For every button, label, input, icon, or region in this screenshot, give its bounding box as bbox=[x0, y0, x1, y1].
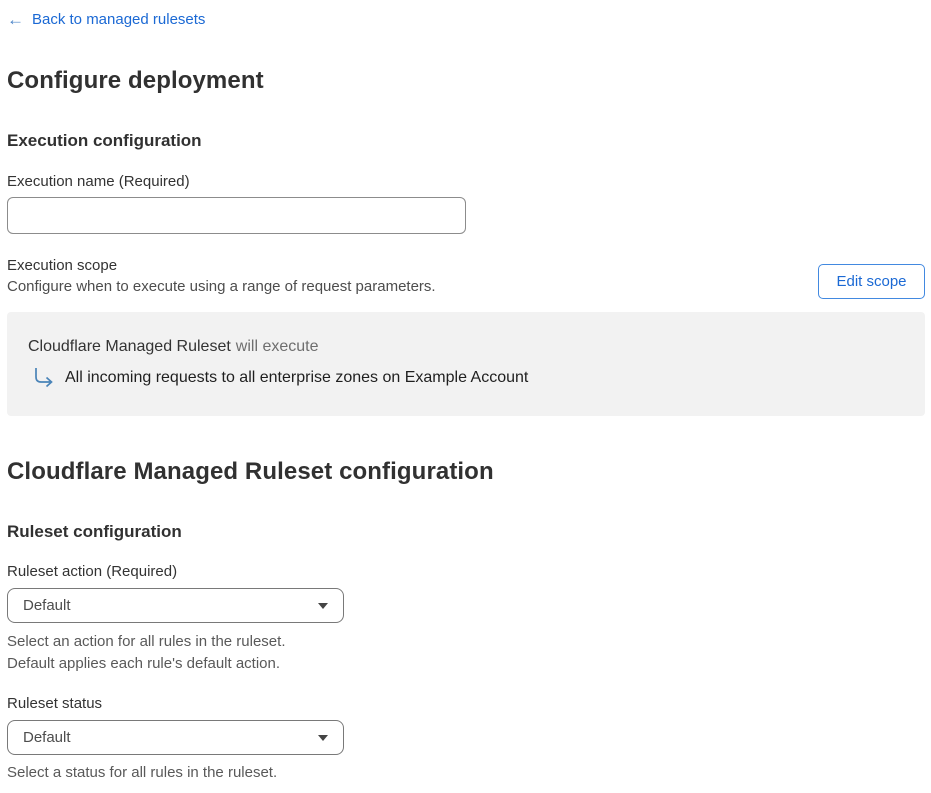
execution-name-label: Execution name (Required) bbox=[7, 173, 190, 190]
ruleset-action-label: Ruleset action (Required) bbox=[7, 563, 178, 580]
ruleset-configuration-subheading: Ruleset configuration bbox=[7, 522, 182, 541]
ruleset-action-help-line: Select an action for all rules in the ru… bbox=[7, 633, 286, 650]
execution-scope-row: Execution scope Configure when to execut… bbox=[7, 257, 925, 299]
ruleset-status-value: Default bbox=[23, 729, 71, 746]
execution-scope-label: Execution scope bbox=[7, 257, 118, 274]
dropdown-caret-icon bbox=[318, 734, 328, 741]
edit-scope-button[interactable]: Edit scope bbox=[818, 264, 925, 299]
execution-scope-text-block: Execution scope Configure when to execut… bbox=[7, 257, 436, 295]
scope-summary-detail-row: All incoming requests to all enterprise … bbox=[28, 367, 904, 389]
scope-summary-headline: Cloudflare Managed Ruleset will execute bbox=[28, 338, 904, 356]
execution-name-input[interactable] bbox=[7, 197, 466, 234]
back-link-label: Back to managed rulesets bbox=[32, 11, 206, 28]
ruleset-action-help: Select an action for all rules in the ru… bbox=[7, 631, 925, 675]
ruleset-action-select[interactable]: Default bbox=[7, 588, 344, 623]
page-title: Configure deployment bbox=[7, 67, 264, 94]
ruleset-status-help: Select a status for all rules in the rul… bbox=[7, 762, 925, 784]
ruleset-status-help-line: Select a status for all rules in the rul… bbox=[7, 764, 278, 781]
dropdown-caret-icon bbox=[318, 602, 328, 609]
back-to-managed-rulesets-link[interactable]: ← Back to managed rulesets bbox=[7, 11, 205, 28]
scope-summary-ruleset-name: Cloudflare Managed Ruleset bbox=[28, 338, 231, 355]
execution-scope-description: Configure when to execute using a range … bbox=[7, 278, 436, 295]
ruleset-status-label: Ruleset status bbox=[7, 695, 103, 712]
scope-summary-suffix: will execute bbox=[235, 338, 319, 355]
back-arrow-icon: ← bbox=[7, 10, 24, 29]
ruleset-action-help-line: Default applies each rule's default acti… bbox=[7, 655, 281, 672]
ruleset-configuration-section-heading: Cloudflare Managed Ruleset configuration bbox=[7, 458, 494, 485]
ruleset-action-value: Default bbox=[23, 597, 71, 614]
scope-summary-box: Cloudflare Managed Ruleset will execute A… bbox=[7, 312, 925, 416]
execution-configuration-heading: Execution configuration bbox=[7, 131, 202, 150]
scope-summary-detail: All incoming requests to all enterprise … bbox=[65, 369, 529, 386]
configure-deployment-page: ← Back to managed rulesets Configure dep… bbox=[0, 0, 931, 784]
ruleset-status-select[interactable]: Default bbox=[7, 720, 344, 755]
turn-down-right-arrow-icon bbox=[35, 368, 53, 388]
